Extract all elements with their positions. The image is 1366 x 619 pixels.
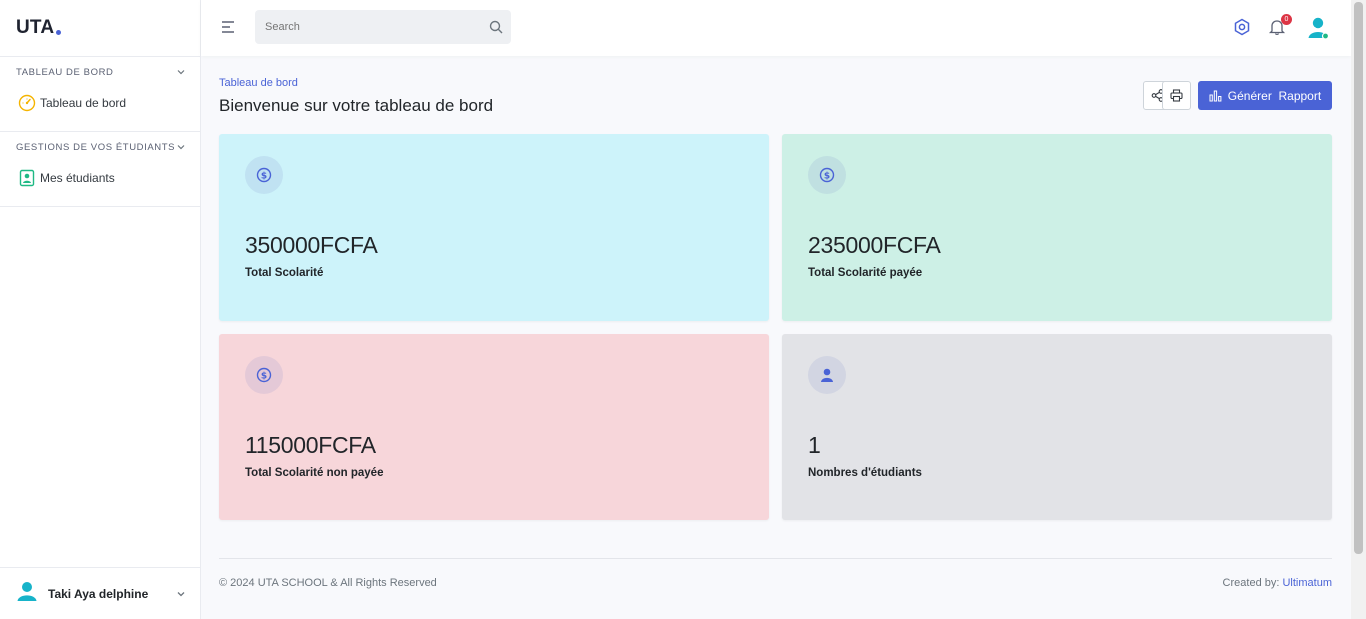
svg-text:$: $: [261, 171, 267, 181]
dollar-coin-icon: $: [808, 156, 846, 194]
created-by-link[interactable]: Ultimatum: [1282, 577, 1332, 589]
dollar-coin-icon: $: [245, 156, 283, 194]
search-icon[interactable]: [489, 20, 503, 34]
stat-value: 235000FCFA: [808, 232, 941, 258]
stat-label: Nombres d'étudiants: [808, 467, 922, 479]
generate-report-button[interactable]: Générer Rapport: [1198, 81, 1332, 110]
footer-credits: Created by: Ultimatum: [1223, 577, 1332, 589]
chevron-down-icon: [177, 591, 185, 596]
user-avatar-icon: [16, 580, 38, 607]
chevron-down-icon: [177, 145, 185, 150]
created-by-label: Created by:: [1222, 577, 1280, 589]
generate-report-label: Générer Rapport: [1227, 88, 1322, 103]
page-title: Bienvenue sur votre tableau de bord: [219, 96, 494, 115]
brand-logo[interactable]: UTA: [0, 0, 200, 56]
footer-copyright: © 2024 UTA SCHOOL & All Rights Reserved: [219, 577, 437, 589]
sidebar-divider: [0, 206, 200, 207]
stat-label: Total Scolarité: [245, 267, 324, 279]
sidebar-item-dashboard[interactable]: Tableau de bord: [0, 91, 200, 115]
stat-card-student-count: 1 Nombres d'étudiants: [782, 334, 1332, 520]
sidebar-item-label: Mes étudiants: [40, 171, 115, 185]
stat-value: 1: [808, 432, 821, 458]
svg-text:$: $: [824, 171, 830, 181]
menu-toggle-icon[interactable]: [221, 20, 235, 34]
brand-name: UTA: [16, 17, 55, 38]
footer-divider: [219, 558, 1332, 559]
sidebar-section-title: GESTIONS DE VOS ÉTUDIANTS: [16, 141, 176, 153]
print-button[interactable]: [1162, 81, 1191, 110]
bar-chart-icon: [1209, 90, 1222, 101]
user-icon: [808, 356, 846, 394]
sidebar-section-title: TABLEAU DE BORD: [16, 66, 114, 78]
stat-label: Total Scolarité non payée: [245, 467, 384, 479]
dollar-coin-icon: $: [245, 356, 283, 394]
stat-unit: FCFA: [319, 232, 378, 258]
notification-count-badge: 0: [1281, 14, 1292, 25]
scrollbar-thumb[interactable]: [1354, 2, 1363, 554]
breadcrumb[interactable]: Tableau de bord: [219, 77, 298, 89]
stat-card-total-tuition: $ 350000FCFA Total Scolarité: [219, 134, 769, 321]
student-badge-icon: [18, 169, 36, 187]
notifications-bell-icon[interactable]: 0: [1268, 14, 1292, 36]
stat-label: Total Scolarité payée: [808, 267, 923, 279]
sidebar: UTA TABLEAU DE BORD Tableau de bord GEST…: [0, 0, 201, 619]
profile-avatar-icon[interactable]: [1307, 16, 1330, 40]
stat-card-paid-tuition: $ 235000FCFA Total Scolarité payée: [782, 134, 1332, 321]
stat-unit: FCFA: [318, 432, 376, 458]
topbar: 0: [201, 0, 1351, 56]
printer-icon: [1170, 89, 1183, 102]
speedometer-icon: [18, 94, 36, 112]
sidebar-section-students: GESTIONS DE VOS ÉTUDIANTS Mes étudiants: [0, 131, 200, 206]
user-name: Taki Aya delphine: [48, 586, 149, 601]
sidebar-section-dashboard: TABLEAU DE BORD Tableau de bord: [0, 56, 200, 131]
brand-dot: [56, 29, 62, 35]
stat-value: 350000FCFA: [245, 232, 378, 258]
sidebar-item-students[interactable]: Mes étudiants: [0, 166, 200, 190]
chevron-down-icon: [177, 70, 185, 75]
stat-card-unpaid-tuition: $ 115000FCFA Total Scolarité non payée: [219, 334, 769, 520]
stat-value: 115000FCFA: [245, 432, 376, 458]
svg-text:$: $: [261, 371, 267, 381]
sidebar-section-header[interactable]: GESTIONS DE VOS ÉTUDIANTS: [0, 141, 200, 153]
search-input[interactable]: [255, 10, 511, 44]
sidebar-item-label: Tableau de bord: [40, 96, 127, 110]
sidebar-user-menu[interactable]: Taki Aya delphine: [0, 567, 200, 619]
search-box: [255, 10, 511, 44]
settings-gear-icon[interactable]: [1233, 18, 1251, 36]
page-scrollbar[interactable]: [1351, 0, 1366, 619]
stat-unit: FCFA: [882, 232, 941, 258]
sidebar-section-header[interactable]: TABLEAU DE BORD: [0, 66, 200, 78]
